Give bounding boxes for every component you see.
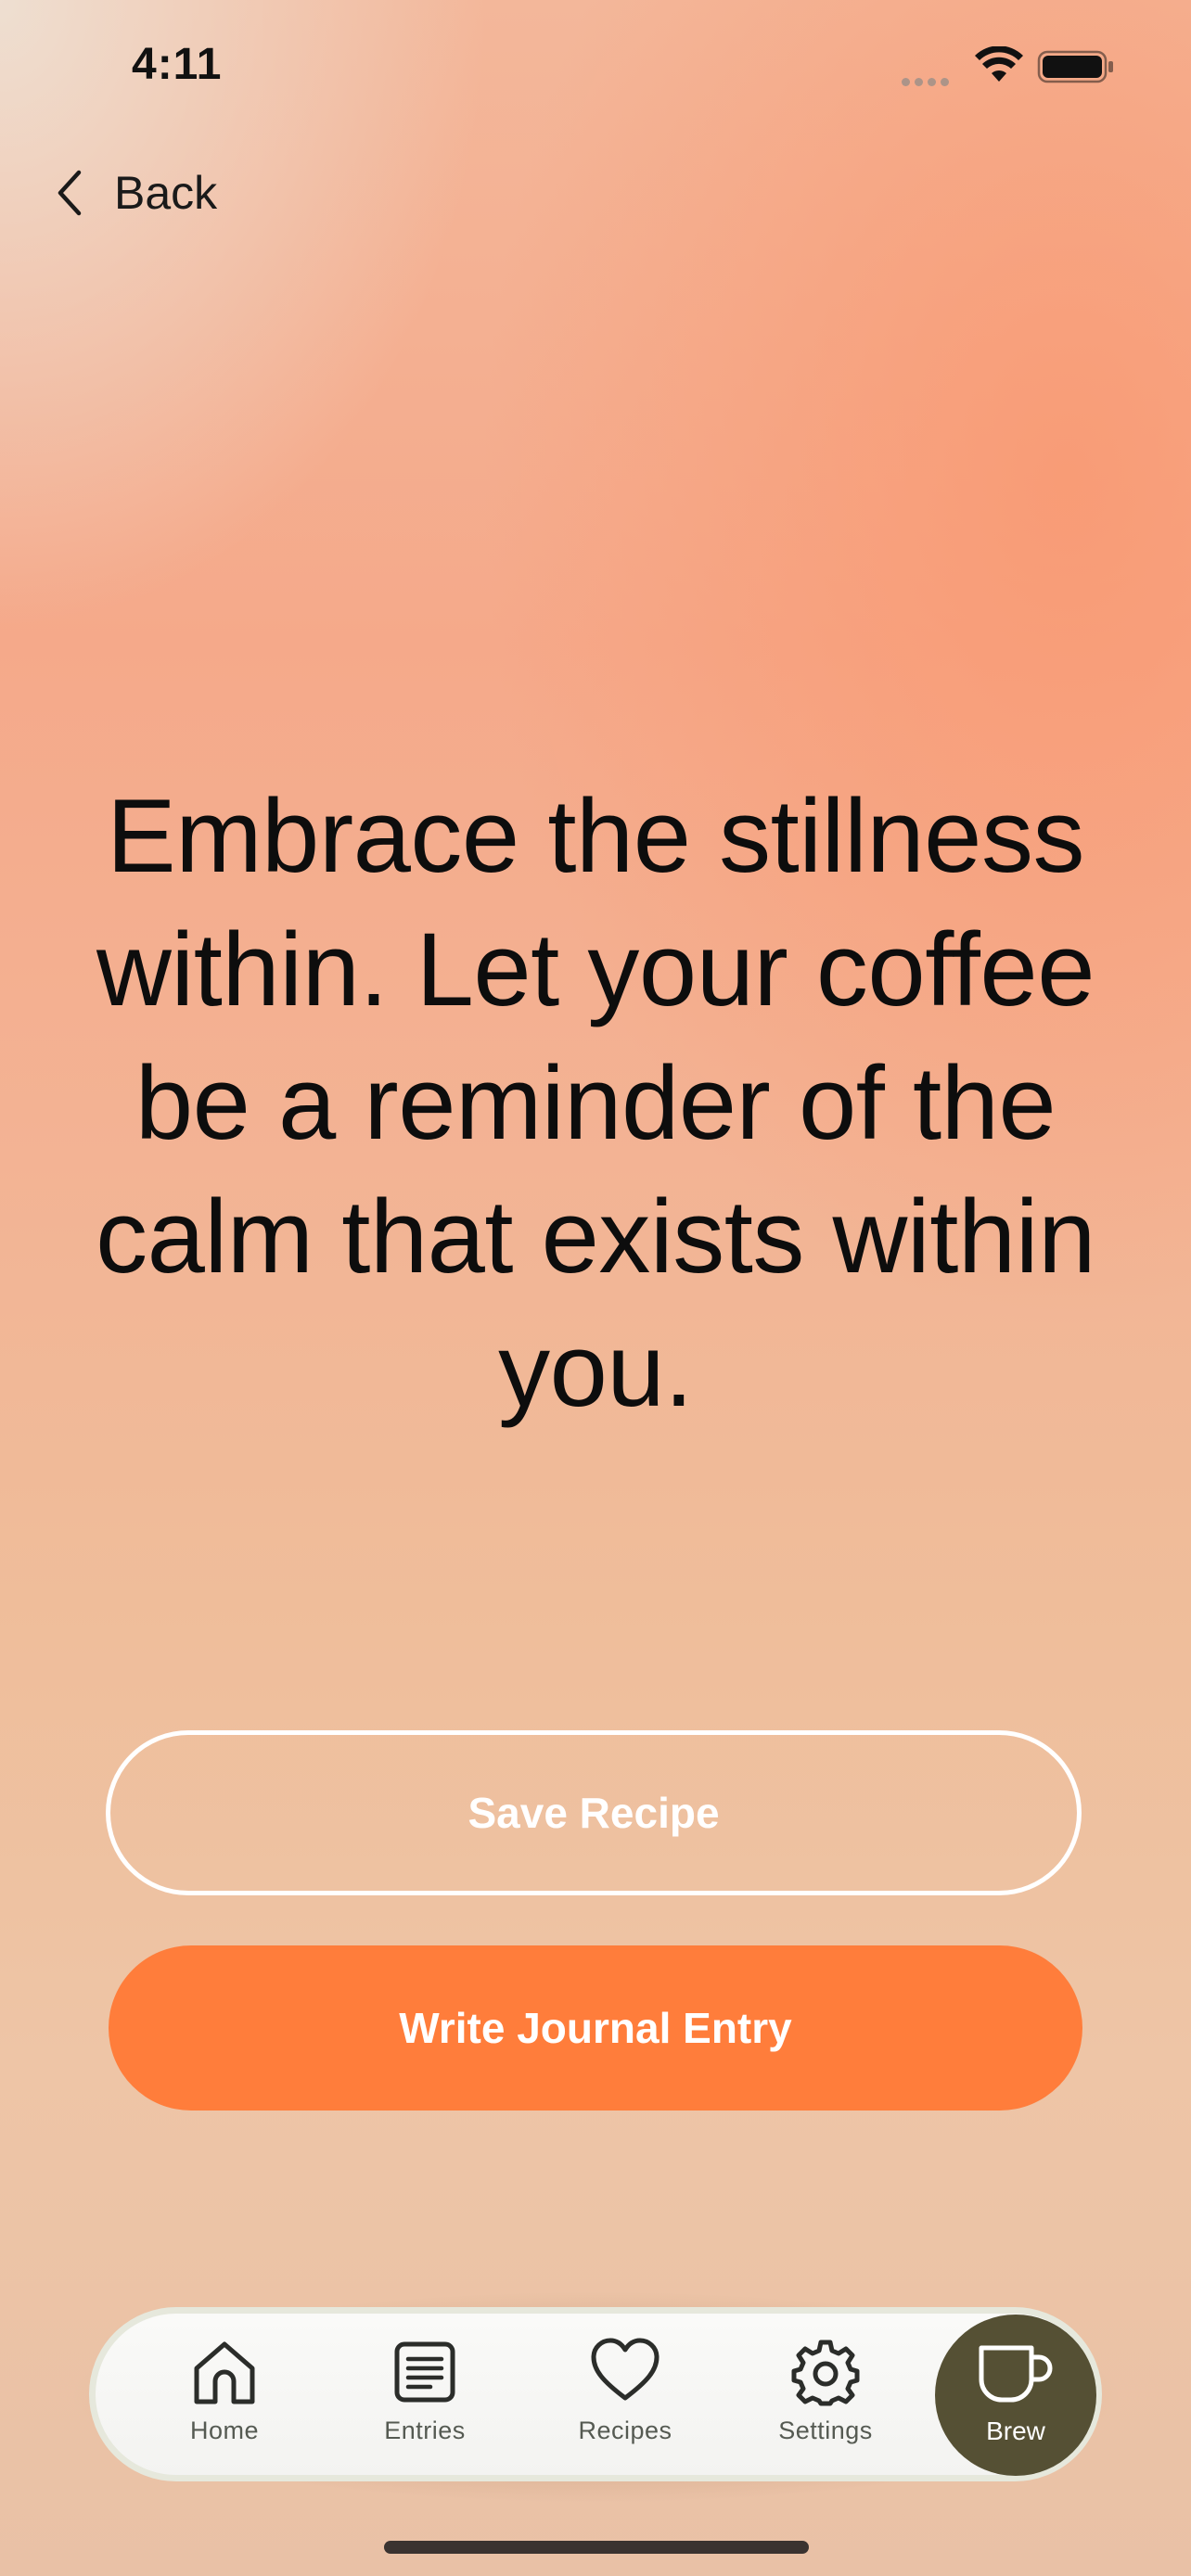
quote-text: Embrace the stillness within. Let your c… xyxy=(96,778,1095,1428)
chevron-left-icon xyxy=(58,170,82,216)
back-button[interactable]: Back xyxy=(51,163,255,223)
coffee-cup-icon xyxy=(979,2345,1053,2403)
tab-home-label: Home xyxy=(189,2417,260,2444)
save-recipe-button[interactable]: Save Recipe xyxy=(106,1730,1082,1895)
tab-brew-label: Brew xyxy=(986,2417,1045,2445)
home-icon xyxy=(194,2341,255,2404)
tab-settings[interactable]: Settings xyxy=(747,2337,904,2476)
tab-recipes-label: Recipes xyxy=(578,2417,672,2444)
tab-settings-label: Settings xyxy=(778,2417,873,2444)
tab-recipes[interactable]: Recipes xyxy=(546,2337,704,2476)
heart-icon xyxy=(591,2338,660,2401)
status-time: 4:11 xyxy=(132,40,223,89)
save-recipe-label: Save Recipe xyxy=(467,1789,720,1837)
battery-icon xyxy=(1037,50,1113,83)
cellular-signal-icon xyxy=(902,74,954,91)
write-journal-entry-button[interactable]: Write Journal Entry xyxy=(109,1945,1082,2111)
gear-icon xyxy=(791,2340,860,2406)
write-journal-entry-label: Write Journal Entry xyxy=(399,2004,792,2052)
wifi-icon xyxy=(975,46,1023,82)
status-bar: 4:11 xyxy=(0,0,1191,130)
tab-home[interactable]: Home xyxy=(146,2337,303,2476)
back-label: Back xyxy=(114,167,218,219)
entries-icon xyxy=(394,2341,455,2403)
tab-entries-label: Entries xyxy=(384,2417,466,2444)
home-indicator xyxy=(384,2541,809,2554)
tab-entries[interactable]: Entries xyxy=(346,2337,504,2476)
tab-brew[interactable]: Brew xyxy=(935,2315,1096,2476)
